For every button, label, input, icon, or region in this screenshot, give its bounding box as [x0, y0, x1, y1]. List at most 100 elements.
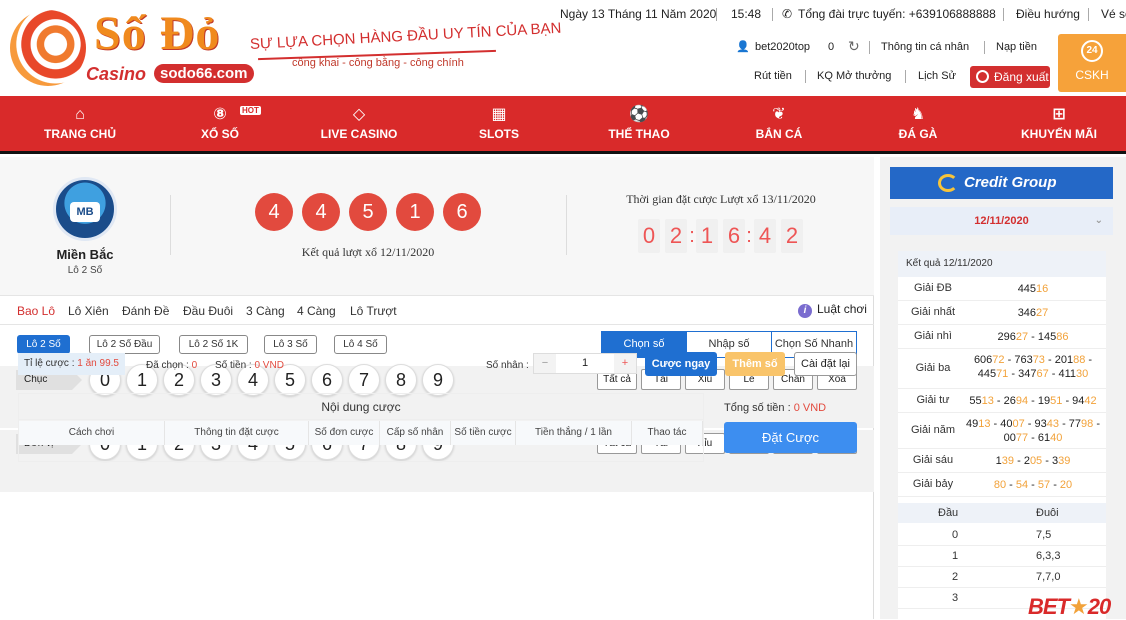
prize-row: Giải sáu 139 - 205 - 339: [898, 449, 1106, 473]
prize-name: Giải sáu: [912, 454, 954, 466]
hotline[interactable]: Tổng đài trực tuyến: +639106888888: [798, 7, 996, 21]
results-link[interactable]: KQ Mở thưởng: [817, 70, 891, 82]
divider: [1003, 8, 1004, 21]
nav-item[interactable]: ⑧ XỔ SỐ: [180, 96, 260, 154]
divider: [1088, 8, 1089, 21]
head-digit: 3: [952, 592, 959, 604]
prize-number-suffix: 72: [992, 354, 1005, 366]
subtab-game[interactable]: Lô 2 Số: [17, 335, 70, 354]
tab-bet-type[interactable]: Lô Xiên: [68, 304, 109, 318]
soccer-ball-icon: ⚽: [629, 106, 649, 123]
prize-number-suffix: 39: [1058, 455, 1071, 467]
nav-item[interactable]: ◇ LIVE CASINO: [318, 96, 400, 154]
plus-icon[interactable]: +: [614, 354, 636, 373]
header: Số Đỏ Casino sodo66.com SỰ LỰA CHỌN HÀNG…: [0, 0, 1126, 96]
place-bet-button[interactable]: Đặt Cược: [724, 422, 857, 453]
home-icon: ⌂: [75, 106, 85, 123]
number-ball[interactable]: 8: [385, 364, 417, 396]
prize-number-suffix: 27: [1015, 331, 1029, 343]
nav-item[interactable]: ⚽ THỂ THAO: [601, 96, 677, 154]
table-header-cell: Số đơn cược: [309, 421, 380, 445]
divider: [170, 195, 171, 255]
subtab-game[interactable]: Lô 2 Số Đầu: [89, 335, 160, 354]
date-select[interactable]: 12/11/2020 ⌄: [890, 207, 1113, 235]
prize-number-suffix: 57: [1037, 479, 1051, 491]
reset-button[interactable]: Cài đặt lại: [794, 352, 857, 376]
prize-number-prefix: 94: [1072, 395, 1085, 407]
head-tail-header: Đầu Đuôi: [898, 503, 1106, 523]
divider: [716, 8, 717, 21]
prize-row: Giải nhì 29627 - 14586: [898, 325, 1106, 349]
subtab-game[interactable]: Lô 3 Số: [264, 335, 317, 354]
logout-label: Đăng xuất: [994, 70, 1049, 84]
result-ball: 1: [396, 193, 434, 231]
withdraw-link[interactable]: Rút tiền: [754, 70, 792, 82]
tab-bet-type[interactable]: Đánh Đề: [122, 304, 169, 318]
subtab-game[interactable]: Lô 2 Số 1K: [179, 335, 248, 354]
tab-bet-type[interactable]: Lô Trượt: [350, 304, 397, 318]
nav-item[interactable]: ⊞ KHUYẾN MÃI: [1012, 96, 1106, 154]
phone-icon: ✆: [782, 7, 793, 21]
total-amount: Tổng số tiền : 0 VND: [724, 402, 826, 414]
prize-number-suffix: 86: [1056, 331, 1069, 343]
prize-row: Giải năm 4913 - 4007 - 9343 - 7798 - 0077…: [898, 413, 1106, 449]
results-table: Kết quả 12/11/2020 Giải ĐB 44516 Giải nhất…: [898, 251, 1106, 619]
number-ball[interactable]: 6: [311, 364, 343, 396]
profile-link[interactable]: Thông tin cá nhân: [881, 41, 969, 53]
logout-button[interactable]: Đăng xuất: [970, 66, 1050, 88]
table-header-cell: Số tiền cược: [451, 421, 516, 445]
deposit-link[interactable]: Nạp tiền: [996, 41, 1037, 53]
info-icon: i: [798, 304, 812, 318]
selected-value: 0: [191, 360, 198, 371]
tab-bet-type[interactable]: 3 Càng: [246, 304, 285, 318]
lottery-header: MB Miền Bắc Lô 2 Số 44516 Kết quả lượt x…: [0, 157, 874, 295]
tab-bet-type[interactable]: Đầu Đuôi: [183, 304, 233, 318]
lottery-ball-icon: ⑧: [213, 106, 227, 123]
guide-link[interactable]: Điều hướng: [1016, 7, 1080, 21]
minus-icon[interactable]: −: [534, 354, 556, 373]
history-link[interactable]: Lịch Sử: [918, 70, 956, 82]
tab-bet-type[interactable]: 4 Càng: [297, 304, 336, 318]
nav-item[interactable]: ⌂ TRANG CHỦ: [40, 96, 120, 154]
prize-number-prefix: 346: [1017, 307, 1037, 319]
add-number-button[interactable]: Thêm số: [725, 352, 785, 376]
multiplier-input[interactable]: 1: [556, 354, 614, 373]
nav-item-label: ĐÁ GÀ: [898, 127, 938, 141]
tail-digits: 7,7,0: [1036, 571, 1061, 583]
nav-item[interactable]: ❦ BẮN CÁ: [741, 96, 817, 154]
prize-number-prefix: 411: [1058, 368, 1077, 380]
region-logo: MB: [53, 177, 117, 241]
bet-now-button[interactable]: Cược ngay: [645, 352, 717, 376]
prize-values: 5513 - 2694 - 1951 - 9442: [969, 395, 1097, 407]
subtab-game[interactable]: Lô 4 Số: [334, 335, 387, 354]
prize-name: Giải nhất: [910, 306, 956, 318]
total-label: Tổng số tiền :: [724, 402, 794, 414]
logo-domain: sodo66.com: [154, 64, 254, 83]
prize-number-suffix: 71: [996, 368, 1009, 380]
divider: [772, 8, 773, 21]
ticket-link[interactable]: Vé số: [1101, 7, 1126, 21]
brand-logo[interactable]: Số Đỏ Casino sodo66.com: [8, 6, 254, 92]
number-ball[interactable]: 9: [422, 364, 454, 396]
customer-support-button[interactable]: 24 CSKH: [1058, 34, 1126, 92]
prize-number-suffix: 39: [1001, 455, 1015, 467]
prize-name: Giải tư: [916, 394, 950, 406]
nav-item[interactable]: ♞ ĐÁ GÀ: [880, 96, 956, 154]
head-tail-row: 0 7,5: [898, 525, 1106, 546]
refresh-icon[interactable]: ↻: [848, 38, 860, 55]
divider: [805, 70, 806, 83]
slogan-sub: công khai - công bằng - công chính: [292, 57, 464, 69]
prize-number-prefix: 19: [1037, 395, 1051, 407]
nav-item[interactable]: ▦ SLOTS: [461, 96, 537, 154]
prize-name: Giải nhì: [914, 330, 952, 342]
divider: [566, 195, 567, 255]
head-tail-row: 1 6,3,3: [898, 546, 1106, 567]
prize-number-suffix: 30: [1076, 368, 1089, 380]
number-ball[interactable]: 7: [348, 364, 380, 396]
prize-row: Giải tư 5513 - 2694 - 1951 - 9442: [898, 389, 1106, 413]
table-header-cell: Thông tin đặt cược: [165, 421, 309, 445]
prize-row: Giải ĐB 44516: [898, 277, 1106, 301]
rules-link[interactable]: i Luật chơi: [798, 302, 867, 318]
current-time: 15:48: [731, 7, 762, 21]
tab-bet-type[interactable]: Bao Lô: [17, 304, 55, 318]
